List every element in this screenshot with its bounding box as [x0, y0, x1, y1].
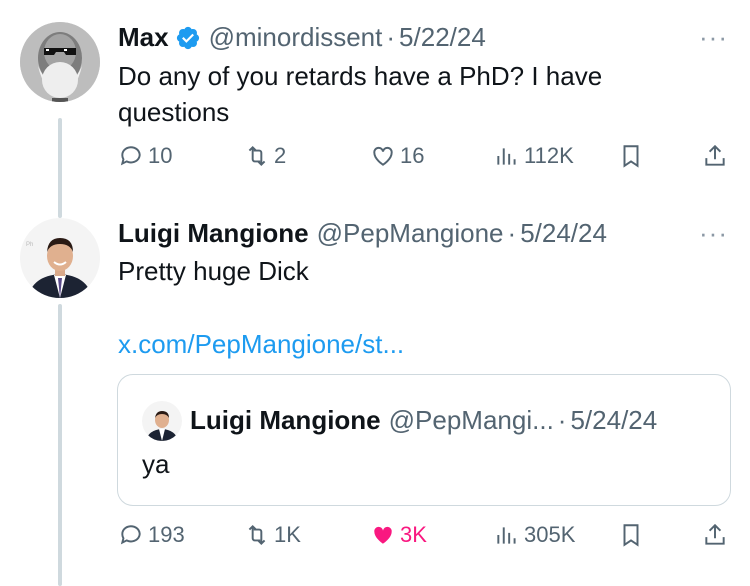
- thread-connector: [58, 118, 62, 218]
- quoted-text: ya: [142, 449, 170, 479]
- tweet-actions: 10 2 16 112K: [118, 143, 728, 177]
- tweet-text: Pretty huge Dick: [118, 256, 309, 286]
- avatar-quoted[interactable]: [142, 401, 182, 441]
- tweet-header: Luigi Mangione @PepMangione · 5/24/24: [118, 218, 607, 249]
- tweet-date[interactable]: 5/22/24: [399, 22, 486, 53]
- views-icon: [497, 527, 516, 544]
- user-handle[interactable]: @PepMangione: [317, 218, 504, 249]
- repost-button[interactable]: 2: [244, 143, 286, 169]
- share-button[interactable]: [702, 143, 732, 169]
- quoted-display-name: Luigi Mangione: [190, 405, 381, 435]
- tweet-text-line: Do any of you retards have a PhD? I have: [118, 61, 603, 91]
- like-icon: [374, 526, 392, 544]
- separator-dot: ·: [386, 22, 396, 52]
- tweet-actions: 193 1K 3K 305K: [118, 522, 728, 556]
- tweet-text: Do any of you retards have a PhD? I have…: [118, 58, 602, 130]
- quoted-tweet[interactable]: Luigi Mangione @PepMangi... · 5/24/24 ya: [117, 374, 731, 506]
- reply-icon: [120, 146, 141, 166]
- quoted-header: Luigi Mangione @PepMangi... · 5/24/24: [190, 405, 657, 436]
- share-button[interactable]: [702, 522, 732, 548]
- svg-text:Ph: Ph: [26, 242, 33, 248]
- repost-button[interactable]: 1K: [244, 522, 301, 548]
- more-icon[interactable]: ···: [699, 218, 728, 249]
- verified-icon: [176, 26, 199, 49]
- tweet-date[interactable]: 5/24/24: [520, 218, 607, 249]
- user-handle[interactable]: @minordissent: [209, 22, 383, 53]
- like-count: 3K: [400, 522, 427, 547]
- separator-dot: ·: [557, 405, 567, 435]
- reply-icon: [120, 525, 141, 545]
- reply-button[interactable]: 10: [118, 143, 172, 169]
- views-button[interactable]: 305K: [494, 522, 575, 548]
- views-count: 305K: [524, 522, 576, 547]
- tweet-header: Max @minordissent · 5/22/24: [118, 22, 486, 53]
- repost-count: 2: [274, 143, 287, 168]
- reply-count: 193: [148, 522, 185, 547]
- more-icon[interactable]: ···: [699, 22, 728, 53]
- views-icon: [497, 148, 516, 165]
- thread-connector: [58, 304, 62, 586]
- display-name[interactable]: Luigi Mangione: [118, 218, 309, 249]
- bookmark-button[interactable]: [618, 143, 648, 169]
- display-name[interactable]: Max: [118, 22, 169, 53]
- bookmark-icon: [623, 524, 639, 547]
- bookmark-icon: [623, 145, 639, 168]
- like-button[interactable]: 16: [370, 143, 424, 169]
- views-button[interactable]: 112K: [494, 143, 574, 169]
- reply-count: 10: [148, 143, 173, 168]
- separator-dot: ·: [507, 218, 517, 248]
- bookmark-button[interactable]: [618, 522, 648, 548]
- avatar-max[interactable]: [20, 22, 100, 102]
- reply-button[interactable]: 193: [118, 522, 185, 548]
- share-icon: [705, 144, 725, 166]
- repost-icon: [248, 524, 266, 546]
- like-icon: [373, 146, 393, 166]
- avatar-luigi[interactable]: Ph: [20, 218, 100, 298]
- tweet-text-line: questions: [118, 97, 230, 127]
- like-button[interactable]: 3K: [370, 522, 427, 548]
- quoted-handle: @PepMangi...: [388, 405, 554, 435]
- like-count: 16: [400, 143, 425, 168]
- repost-icon: [248, 145, 266, 167]
- tweet-link[interactable]: x.com/PepMangione/st...: [118, 326, 404, 362]
- quoted-date: 5/24/24: [570, 405, 658, 435]
- share-icon: [705, 523, 725, 545]
- repost-count: 1K: [274, 522, 301, 547]
- views-count: 112K: [524, 143, 574, 168]
